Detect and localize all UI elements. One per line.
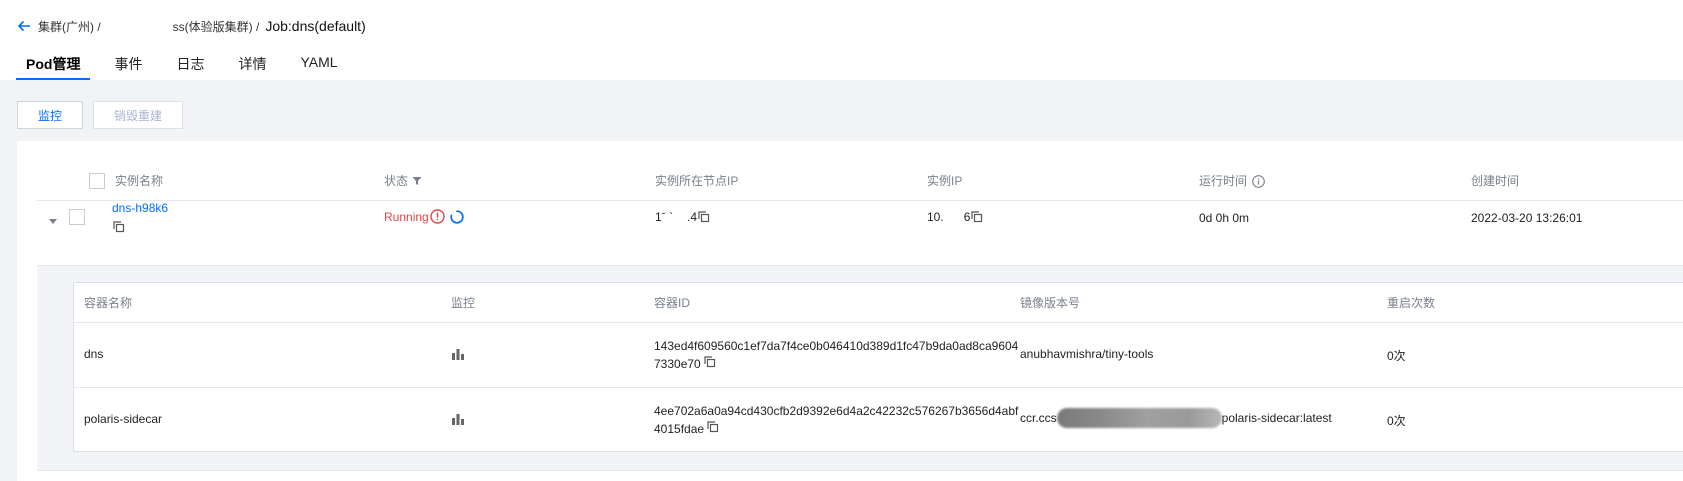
- tab-details[interactable]: 详情: [228, 54, 276, 80]
- status-text: Running: [384, 209, 429, 224]
- pod-table-header: 实例名称 状态 实例所在节点IP 实例IP 运行时间 创建时间: [37, 161, 1683, 201]
- node-ip-cell: 1ˉ ˋ .4: [655, 210, 710, 224]
- header-created: 创建时间: [1471, 174, 1520, 188]
- header-container-name: 容器名称: [84, 296, 133, 310]
- filter-icon[interactable]: [412, 176, 422, 186]
- image-version-cell: ccr.ccs polaris-sidecar:latest: [1020, 408, 1332, 428]
- image-version-start: ccr.ccs: [1020, 411, 1057, 425]
- toolbar: 监控 销毁重建: [17, 101, 193, 129]
- row-checkbox-wrap: [69, 209, 85, 228]
- breadcrumb-cluster[interactable]: 集群(广州) /: [38, 18, 101, 35]
- header-container-id: 容器ID: [654, 296, 691, 310]
- bar-chart-icon[interactable]: [451, 348, 465, 360]
- tab-yaml[interactable]: YAML: [290, 54, 347, 80]
- container-name: polaris-sidecar: [84, 412, 163, 426]
- breadcrumb: 集群(广州) / ss(体验版集群) / Job:dns(default): [16, 16, 366, 36]
- header-checkbox-wrap: [89, 161, 105, 201]
- header-status-wrap: 状态: [384, 161, 422, 201]
- container-table: 容器名称 监控 容器ID 镜像版本号 重启次数 dns 143ed4f60956…: [73, 282, 1683, 452]
- bar-chart-icon[interactable]: [451, 413, 465, 425]
- image-version: anubhavmishra/tiny-tools: [1020, 347, 1154, 361]
- copy-icon[interactable]: [113, 219, 125, 233]
- status-cell: Running: [384, 209, 464, 224]
- back-arrow-icon[interactable]: [16, 18, 32, 34]
- container-id-line2: 7330e70: [654, 357, 701, 371]
- header-runtime-wrap: 运行时间: [1199, 161, 1265, 201]
- info-icon[interactable]: [1252, 174, 1265, 188]
- container-id-line1: 4ee702a6a0a94cd430cfb2d9392e6d4a2c42232c…: [654, 404, 1019, 418]
- breadcrumb-cluster-name[interactable]: ss(体验版集群) /: [173, 18, 260, 35]
- pod-ip-cell: 10. 6: [927, 210, 983, 224]
- restart-count: 0次: [1387, 349, 1406, 363]
- table-row: dns 143ed4f609560c1ef7da7f4ce0b046410d38…: [74, 323, 1683, 388]
- header-pod-ip: 实例IP: [927, 174, 963, 188]
- row-checkbox[interactable]: [69, 209, 85, 225]
- tab-logs[interactable]: 日志: [166, 54, 214, 80]
- header-restarts: 重启次数: [1387, 296, 1436, 310]
- pod-name-link[interactable]: dns-h98k6: [112, 201, 168, 215]
- redacted-blur: [1056, 408, 1222, 428]
- table-row: polaris-sidecar 4ee702a6a0a94cd430cfb2d9…: [74, 388, 1683, 452]
- tab-bar: Pod管理 事件 日志 详情 YAML: [16, 54, 362, 80]
- loading-icon: [450, 209, 464, 224]
- header-runtime: 运行时间: [1199, 174, 1248, 188]
- runtime-value: 0d 0h 0m: [1199, 211, 1250, 225]
- created-value: 2022-03-20 13:26:01: [1471, 211, 1583, 225]
- caret-down-icon[interactable]: [49, 214, 57, 228]
- copy-icon[interactable]: [707, 421, 719, 433]
- header-image: 镜像版本号: [1020, 296, 1081, 310]
- container-id-cell: 4ee702a6a0a94cd430cfb2d9392e6d4a2c42232c…: [654, 402, 1018, 438]
- container-id-line1: 143ed4f609560c1ef7da7f4ce0b046410d389d1f…: [654, 339, 1019, 353]
- image-version-end: polaris-sidecar:latest: [1221, 411, 1332, 425]
- copy-icon[interactable]: [971, 211, 983, 223]
- node-ip-end: .4: [687, 210, 698, 224]
- monitor-button[interactable]: 监控: [17, 101, 83, 129]
- destroy-rebuild-button: 销毁重建: [93, 101, 183, 129]
- container-expand-panel: 容器名称 监控 容器ID 镜像版本号 重启次数 dns 143ed4f60956…: [37, 266, 1683, 471]
- restart-count: 0次: [1387, 414, 1406, 428]
- pod-ip-end: 6: [963, 210, 971, 224]
- pod-ip-start: 10.: [927, 210, 944, 224]
- header-status: 状态: [384, 174, 409, 188]
- page-header: 集群(广州) / ss(体验版集群) / Job:dns(default) Po…: [0, 0, 1683, 80]
- error-icon[interactable]: [430, 209, 445, 224]
- container-table-header: 容器名称 监控 容器ID 镜像版本号 重启次数: [74, 283, 1683, 323]
- header-node-ip: 实例所在节点IP: [655, 174, 739, 188]
- table-row: dns-h98k6 Running 1ˉ ˋ .4 10. 6 0d 0h 0m…: [37, 201, 1683, 266]
- copy-icon[interactable]: [704, 356, 716, 368]
- container-name: dns: [84, 347, 104, 361]
- select-all-checkbox[interactable]: [89, 173, 105, 189]
- container-id-line2: 4015fdae: [654, 422, 705, 436]
- tab-events[interactable]: 事件: [104, 54, 152, 80]
- container-id-cell: 143ed4f609560c1ef7da7f4ce0b046410d389d1f…: [654, 337, 1018, 373]
- header-instance-name: 实例名称: [115, 174, 164, 188]
- page-title: Job:dns(default): [265, 18, 366, 34]
- node-ip-start: 1ˉ ˋ: [655, 210, 673, 224]
- copy-icon[interactable]: [698, 211, 710, 223]
- header-monitor: 监控: [451, 296, 476, 310]
- tab-pod-management[interactable]: Pod管理: [16, 54, 91, 80]
- pod-list-card: 实例名称 状态 实例所在节点IP 实例IP 运行时间 创建时间 dns-h98k…: [17, 141, 1683, 481]
